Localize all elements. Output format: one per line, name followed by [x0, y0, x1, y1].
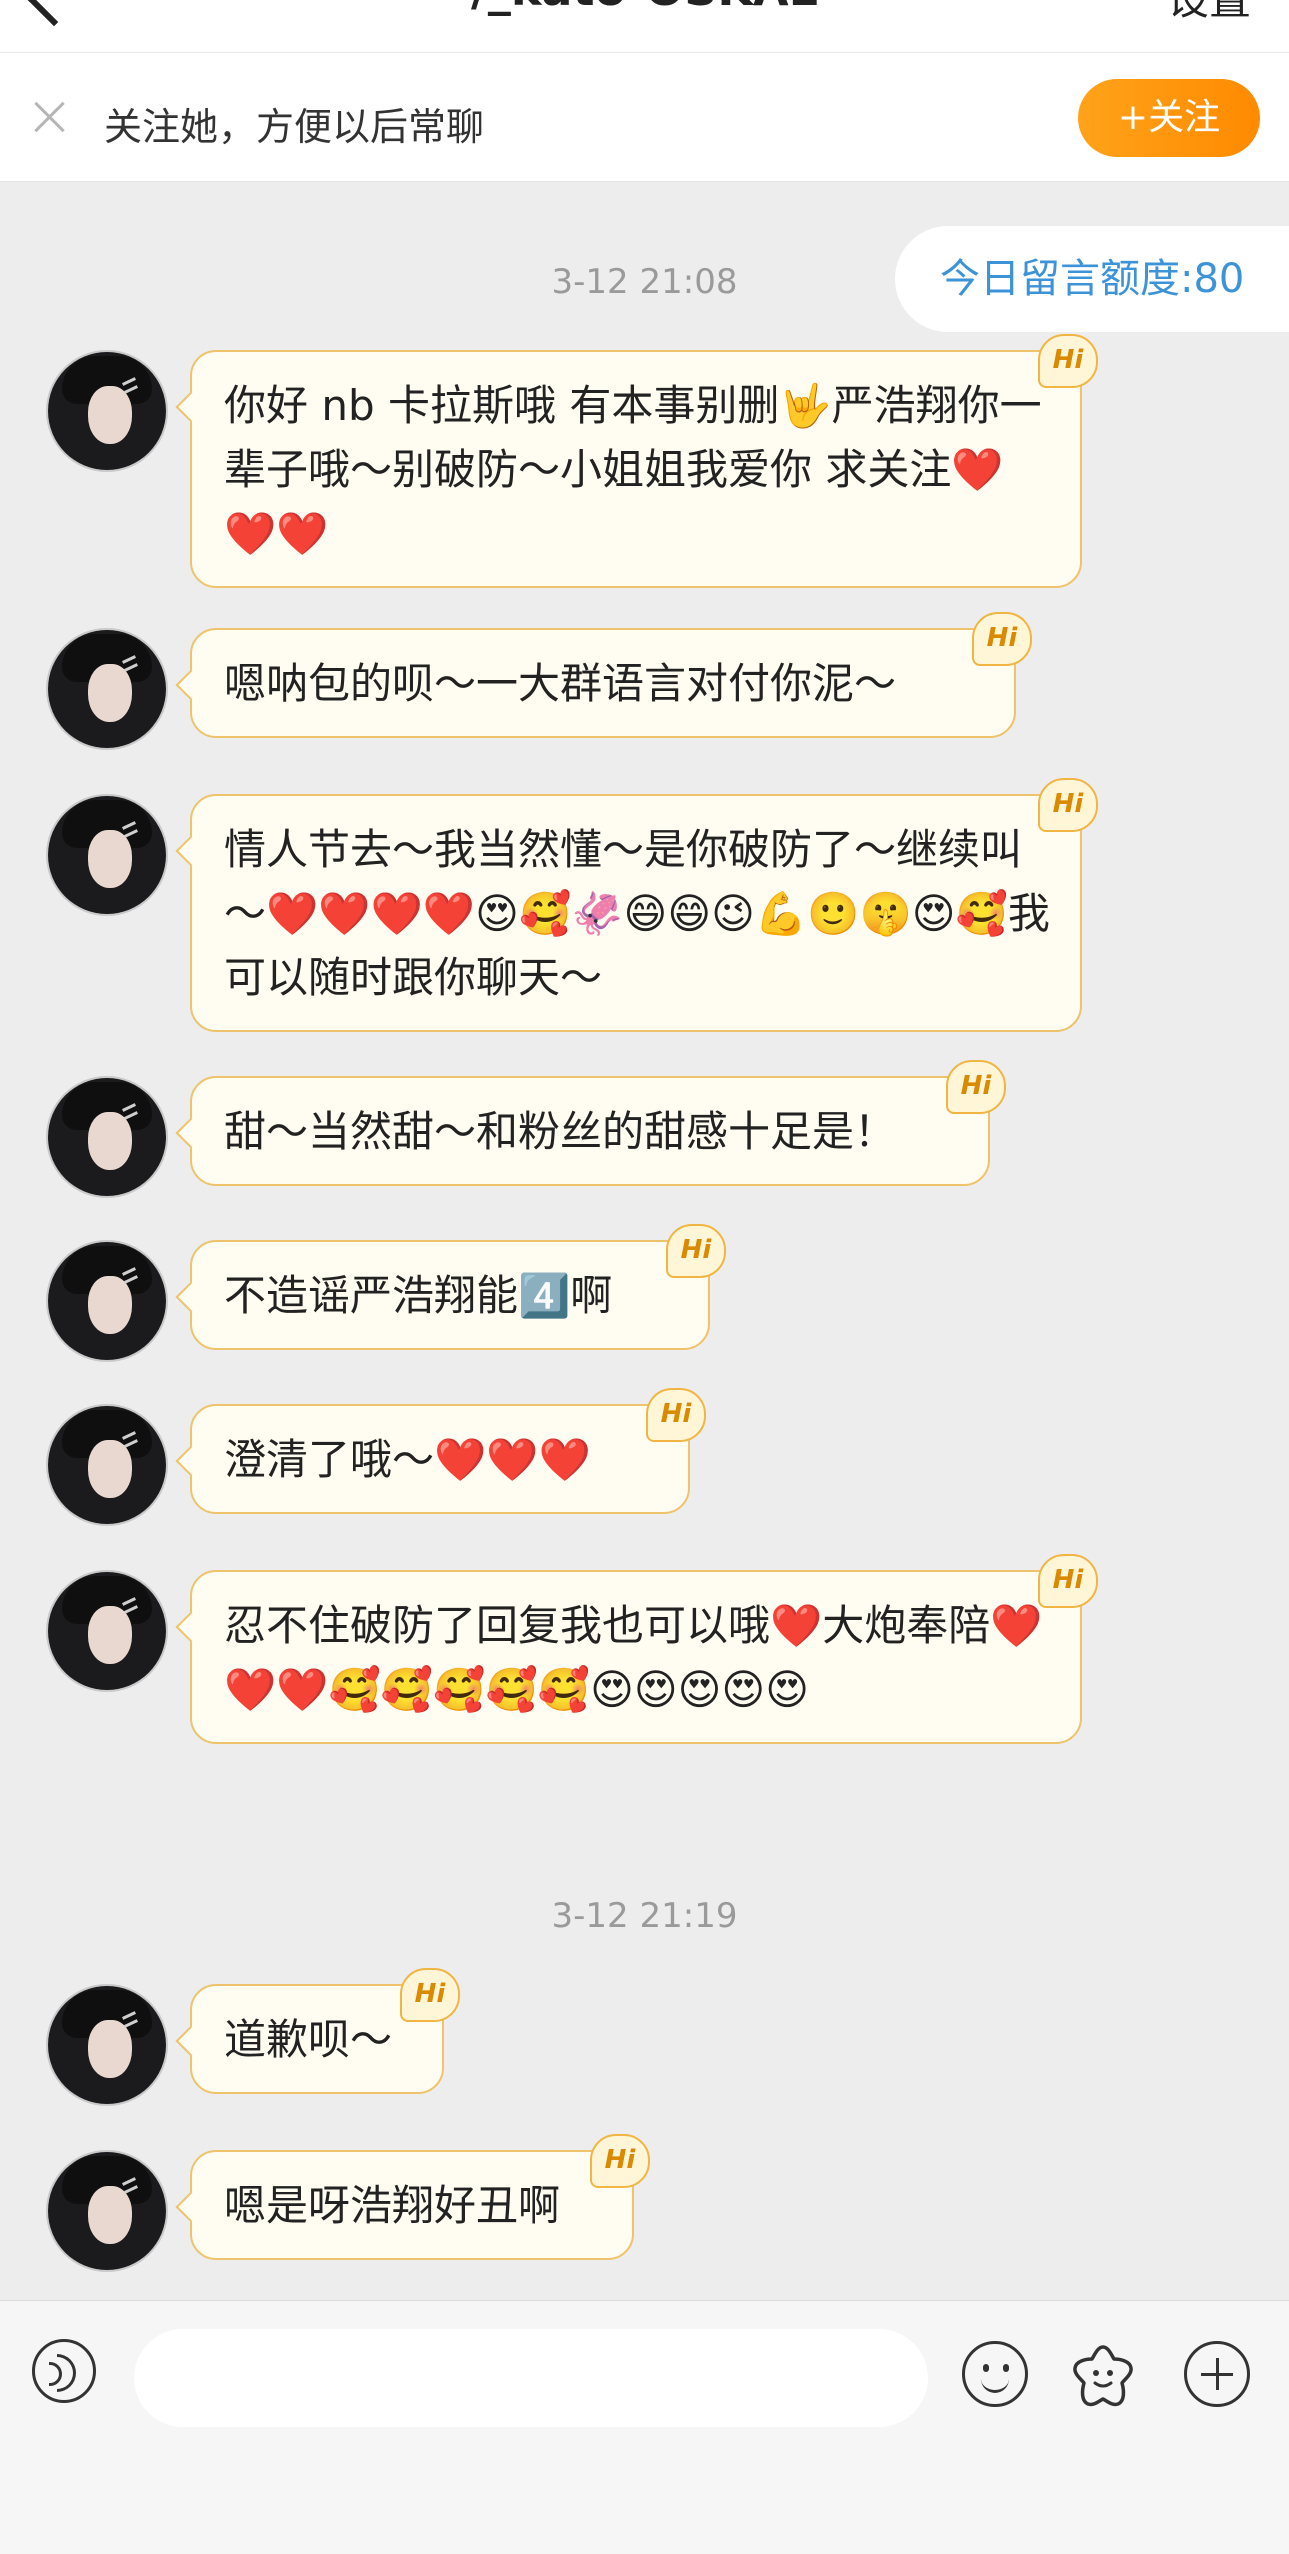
- hi-badge: Hi: [666, 1224, 726, 1278]
- chat-title: /_katö-OSKAL: [0, 0, 1289, 16]
- close-icon[interactable]: [32, 99, 68, 135]
- avatar[interactable]: [48, 1986, 166, 2104]
- timestamp: 3-12 21:08: [551, 262, 738, 302]
- hi-badge: Hi: [1038, 334, 1098, 388]
- message-text: 澄清了哦～❤️❤️❤️: [224, 1435, 591, 1484]
- message-text: 道歉呗～: [224, 2015, 393, 2064]
- avatar[interactable]: [48, 796, 166, 914]
- message-bubble[interactable]: 忍不住破防了回复我也可以哦❤️大炮奉陪❤️❤️❤️🥰🥰🥰🥰🥰😍😍😍😍😍 Hi: [190, 1554, 1098, 1744]
- top-nav-bar: /_katö-OSKAL 设置: [0, 0, 1289, 52]
- message-text: 忍不住破防了回复我也可以哦❤️大炮奉陪❤️❤️❤️🥰🥰🥰🥰🥰😍😍😍😍😍: [224, 1601, 1043, 1714]
- message-bubble[interactable]: 不造谣严浩翔能4️⃣啊 Hi: [190, 1224, 726, 1350]
- follow-prompt-text: 关注她，方便以后常聊: [104, 105, 485, 149]
- hi-badge: Hi: [590, 2134, 650, 2188]
- message-bubble[interactable]: 嗯是呀浩翔好丑啊 Hi: [190, 2134, 650, 2260]
- hi-badge: Hi: [646, 1388, 706, 1442]
- message-bubble[interactable]: 道歉呗～ Hi: [190, 1968, 460, 2094]
- message-text: 甜～当然甜～和粉丝的甜感十足是！: [224, 1107, 897, 1156]
- message-text: 不造谣严浩翔能4️⃣啊: [224, 1271, 613, 1320]
- emoji-icon[interactable]: [962, 2341, 1028, 2407]
- hi-badge: Hi: [1038, 778, 1098, 832]
- message-bubble[interactable]: 澄清了哦～❤️❤️❤️ Hi: [190, 1388, 706, 1514]
- avatar[interactable]: [48, 1572, 166, 1690]
- composer-bar: [0, 2300, 1289, 2554]
- follow-prompt-bar: 关注她，方便以后常聊 +关注: [0, 52, 1289, 182]
- add-icon[interactable]: [1184, 2341, 1250, 2407]
- message-text: 嗯是呀浩翔好丑啊: [224, 2181, 561, 2230]
- message-text: 情人节去～我当然懂～是你破防了～继续叫～❤️❤️❤️❤️😍🥰🦑😄😄😉💪🙂🤫😍🥰我…: [224, 825, 1050, 1002]
- avatar[interactable]: [48, 1406, 166, 1524]
- avatar[interactable]: [48, 2152, 166, 2270]
- message-input[interactable]: [134, 2329, 928, 2427]
- message-text: 你好 nb 卡拉斯哦 有本事别删🤟严浩翔你一辈子哦～别破防～小姐姐我爱你 求关注…: [224, 381, 1042, 558]
- hi-badge: Hi: [1038, 1554, 1098, 1608]
- message-bubble[interactable]: 甜～当然甜～和粉丝的甜感十足是！ Hi: [190, 1060, 1006, 1186]
- message-text: 嗯呐包的呗～一大群语言对付你泥～: [224, 659, 897, 708]
- message-bubble[interactable]: 嗯呐包的呗～一大群语言对付你泥～ Hi: [190, 612, 1032, 738]
- settings-button[interactable]: 设置: [1167, 0, 1251, 27]
- follow-button[interactable]: +关注: [1078, 79, 1260, 157]
- hi-badge: Hi: [946, 1060, 1006, 1114]
- timestamp: 3-12 21:19: [551, 1896, 738, 1936]
- avatar[interactable]: [48, 630, 166, 748]
- avatar[interactable]: [48, 352, 166, 470]
- hi-badge: Hi: [400, 1968, 460, 2022]
- message-bubble[interactable]: 情人节去～我当然懂～是你破防了～继续叫～❤️❤️❤️❤️😍🥰🦑😄😄😉💪🙂🤫😍🥰我…: [190, 778, 1098, 1032]
- avatar[interactable]: [48, 1242, 166, 1360]
- hi-badge: Hi: [972, 612, 1032, 666]
- sticker-icon[interactable]: [1068, 2341, 1138, 2411]
- voice-icon[interactable]: [32, 2339, 96, 2403]
- message-bubble[interactable]: 你好 nb 卡拉斯哦 有本事别删🤟严浩翔你一辈子哦～别破防～小姐姐我爱你 求关注…: [190, 334, 1098, 588]
- avatar[interactable]: [48, 1078, 166, 1196]
